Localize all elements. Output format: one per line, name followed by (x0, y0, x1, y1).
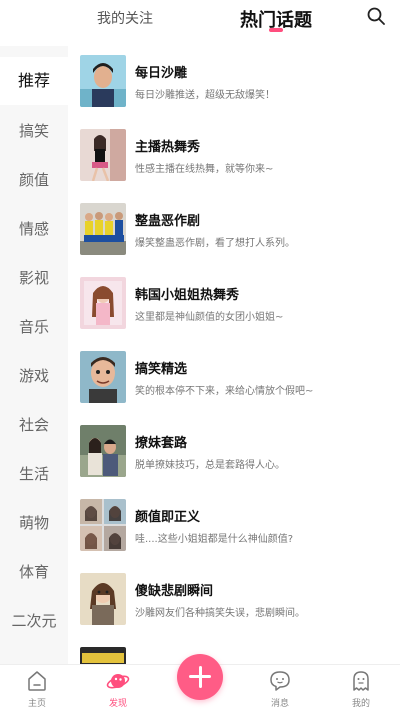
nav-home[interactable]: 主页 (7, 669, 67, 709)
list-item[interactable] (68, 638, 400, 664)
list-item[interactable]: 傻缺悲剧瞬间 沙雕网友们各种搞笑失误，悲剧瞬间。 (68, 564, 400, 638)
category-pets[interactable]: 萌物 (0, 499, 68, 547)
topic-thumbnail (80, 573, 126, 625)
topic-thumbnail (80, 129, 126, 181)
topic-title: 主播热舞秀 (135, 140, 201, 155)
list-item[interactable]: 每日沙雕 每日沙雕推送，超级无敌爆笑！ (68, 46, 400, 120)
category-society[interactable]: 社会 (0, 401, 68, 449)
ghost-profile-icon (353, 671, 369, 691)
topic-thumbnail (80, 203, 126, 255)
list-item[interactable]: 韩国小姐姐热舞秀 这里都是神仙颜值的女团小姐姐~ (68, 268, 400, 342)
nav-home-label: 主页 (27, 699, 46, 709)
category-recommend[interactable]: 推荐 (0, 57, 68, 105)
topic-title: 颜值即正义 (135, 510, 201, 525)
category-film[interactable]: 影视 (0, 254, 68, 302)
topic-list: 每日沙雕 每日沙雕推送，超级无敌爆笑！ 主播热舞秀 性感主播在线热舞，就等你来~… (68, 46, 400, 664)
category-music[interactable]: 音乐 (0, 303, 68, 351)
category-emotion[interactable]: 情感 (0, 205, 68, 253)
nav-mine[interactable]: 我的 (331, 669, 391, 709)
category-life[interactable]: 生活 (0, 450, 68, 498)
nav-discover[interactable]: 发现 (88, 669, 148, 709)
active-tab-indicator (269, 28, 283, 32)
topic-thumbnail (80, 277, 126, 329)
topic-title: 整蛊恶作剧 (135, 214, 201, 229)
discover-planet-icon (106, 674, 130, 689)
search-icon[interactable] (366, 6, 386, 26)
list-item[interactable]: 主播热舞秀 性感主播在线热舞，就等你来~ (68, 120, 400, 194)
topic-thumbnail (80, 499, 126, 551)
category-sports[interactable]: 体育 (0, 548, 68, 596)
category-funny[interactable]: 搞笑 (0, 107, 68, 155)
topic-description: 沙雕网友们各种搞笑失误，悲剧瞬间。 (135, 608, 305, 619)
home-icon (28, 671, 46, 691)
topic-title: 撩妹套路 (135, 436, 188, 451)
topic-description: 哇....这些小姐姐都是什么神仙颜值? (135, 534, 294, 545)
topic-thumbnail (80, 647, 126, 664)
plus-icon-vertical (198, 666, 202, 688)
topic-description: 笑的根本停不下来，来给心情放个假吧~ (135, 386, 314, 397)
list-item[interactable]: 撩妹套路 脱单撩妹技巧，总是套路得人心。 (68, 416, 400, 490)
topic-description: 这里都是神仙颜值的女团小姐姐~ (135, 312, 284, 323)
topic-description: 每日沙雕推送，超级无敌爆笑！ (135, 90, 275, 101)
add-post-button[interactable] (177, 654, 223, 700)
list-item[interactable]: 颜值即正义 哇....这些小姐姐都是什么神仙颜值? (68, 490, 400, 564)
topic-title: 每日沙雕 (135, 66, 188, 81)
category-anime[interactable]: 二次元 (0, 597, 68, 645)
message-bubble-icon (270, 671, 290, 691)
list-item[interactable]: 整蛊恶作剧 爆笑整蛊恶作剧，看了想打人系列。 (68, 194, 400, 268)
tab-my-follow[interactable]: 我的关注 (97, 8, 153, 28)
list-item[interactable]: 搞笑精选 笑的根本停不下来，来给心情放个假吧~ (68, 342, 400, 416)
topic-description: 脱单撩妹技巧，总是套路得人心。 (135, 460, 285, 471)
topic-title: 搞笑精选 (135, 362, 188, 377)
nav-messages[interactable]: 消息 (250, 669, 310, 709)
nav-mine-label: 我的 (351, 699, 370, 709)
topic-thumbnail (80, 425, 126, 477)
top-header: 我的关注 热门话题 (0, 0, 400, 46)
category-sidebar: 推荐 搞笑 颜值 情感 影视 音乐 游戏 社会 生活 萌物 体育 二次元 (0, 46, 68, 664)
category-games[interactable]: 游戏 (0, 352, 68, 400)
topic-title: 韩国小姐姐热舞秀 (135, 288, 240, 303)
topic-description: 性感主播在线热舞，就等你来~ (135, 164, 274, 175)
category-looks[interactable]: 颜值 (0, 156, 68, 204)
topic-description: 爆笑整蛊恶作剧，看了想打人系列。 (135, 238, 295, 249)
topic-thumbnail (80, 55, 126, 107)
topic-thumbnail (80, 351, 126, 403)
nav-discover-label: 发现 (108, 699, 127, 709)
topic-title: 傻缺悲剧瞬间 (135, 584, 214, 599)
nav-messages-label: 消息 (270, 699, 289, 709)
